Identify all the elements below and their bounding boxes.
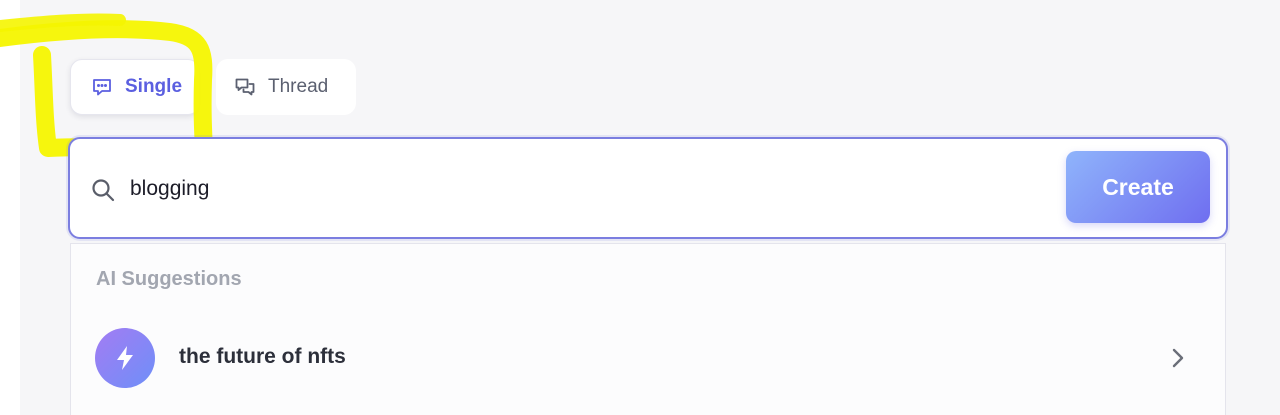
- page: Single Thread Create AI Suggestions: [0, 0, 1280, 415]
- suggestions-heading: AI Suggestions: [96, 268, 242, 290]
- suggestions-dropdown: AI Suggestions the future of nfts: [70, 243, 1226, 415]
- search-icon: [90, 177, 116, 203]
- create-button[interactable]: Create: [1066, 151, 1210, 223]
- tab-single-label: Single: [125, 76, 183, 97]
- tab-single[interactable]: Single: [70, 59, 200, 115]
- chat-bubble-icon: [91, 76, 113, 98]
- lightning-icon: [117, 346, 133, 370]
- search-bar: Create: [68, 137, 1228, 239]
- left-panel-edge: [0, 0, 20, 415]
- suggestion-label: the future of nfts: [179, 345, 346, 368]
- tab-thread-label: Thread: [268, 76, 329, 97]
- chevron-right-icon: [1167, 346, 1189, 370]
- chat-bubbles-icon: [234, 76, 256, 98]
- tab-thread[interactable]: Thread: [216, 59, 356, 115]
- search-input[interactable]: [130, 169, 1030, 209]
- suggestion-avatar: [95, 328, 155, 388]
- suggestion-item[interactable]: the future of nfts: [71, 326, 1225, 392]
